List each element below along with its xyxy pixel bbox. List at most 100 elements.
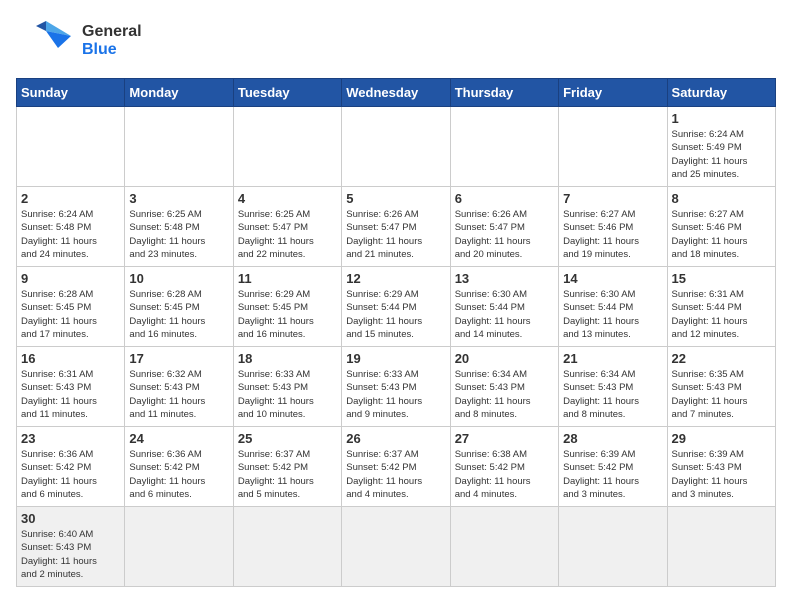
day-number: 7 bbox=[563, 191, 662, 206]
day-number: 21 bbox=[563, 351, 662, 366]
day-number: 29 bbox=[672, 431, 771, 446]
calendar-cell: 19 Sunrise: 6:33 AM Sunset: 5:43 PM Dayli… bbox=[342, 347, 450, 427]
day-info: Sunrise: 6:28 AM Sunset: 5:45 PM Dayligh… bbox=[129, 288, 228, 341]
day-info: Sunrise: 6:36 AM Sunset: 5:42 PM Dayligh… bbox=[129, 448, 228, 501]
day-number: 28 bbox=[563, 431, 662, 446]
calendar-cell: 17 Sunrise: 6:32 AM Sunset: 5:43 PM Dayli… bbox=[125, 347, 233, 427]
day-number: 4 bbox=[238, 191, 337, 206]
day-info: Sunrise: 6:38 AM Sunset: 5:42 PM Dayligh… bbox=[455, 448, 554, 501]
calendar-cell bbox=[450, 107, 558, 187]
day-info: Sunrise: 6:30 AM Sunset: 5:44 PM Dayligh… bbox=[455, 288, 554, 341]
calendar-cell: 3 Sunrise: 6:25 AM Sunset: 5:48 PM Daylig… bbox=[125, 187, 233, 267]
calendar-cell: 26Sunrise: 6:37 AM Sunset: 5:42 PM Dayli… bbox=[342, 427, 450, 507]
calendar-cell: 2 Sunrise: 6:24 AM Sunset: 5:48 PM Daylig… bbox=[17, 187, 125, 267]
day-info: Sunrise: 6:39 AM Sunset: 5:42 PM Dayligh… bbox=[563, 448, 662, 501]
day-info: Sunrise: 6:40 AM Sunset: 5:43 PM Dayligh… bbox=[21, 528, 120, 581]
calendar-cell: 11 Sunrise: 6:29 AM Sunset: 5:45 PM Dayli… bbox=[233, 267, 341, 347]
calendar-cell: 12 Sunrise: 6:29 AM Sunset: 5:44 PM Dayli… bbox=[342, 267, 450, 347]
day-number: 14 bbox=[563, 271, 662, 286]
day-info: Sunrise: 6:37 AM Sunset: 5:42 PM Dayligh… bbox=[238, 448, 337, 501]
day-number: 27 bbox=[455, 431, 554, 446]
header-row: SundayMondayTuesdayWednesdayThursdayFrid… bbox=[17, 79, 776, 107]
week-row-2: 2 Sunrise: 6:24 AM Sunset: 5:48 PM Daylig… bbox=[17, 187, 776, 267]
day-number: 15 bbox=[672, 271, 771, 286]
day-number: 13 bbox=[455, 271, 554, 286]
day-number: 24 bbox=[129, 431, 228, 446]
calendar-cell: 28 Sunrise: 6:39 AM Sunset: 5:42 PM Dayli… bbox=[559, 427, 667, 507]
day-info: Sunrise: 6:34 AM Sunset: 5:43 PM Dayligh… bbox=[563, 368, 662, 421]
calendar-cell: 10 Sunrise: 6:28 AM Sunset: 5:45 PM Dayli… bbox=[125, 267, 233, 347]
day-number: 30 bbox=[21, 511, 120, 526]
day-info: Sunrise: 6:34 AM Sunset: 5:43 PM Dayligh… bbox=[455, 368, 554, 421]
calendar-cell: 20 Sunrise: 6:34 AM Sunset: 5:43 PM Dayli… bbox=[450, 347, 558, 427]
calendar-cell: 18 Sunrise: 6:33 AM Sunset: 5:43 PM Dayli… bbox=[233, 347, 341, 427]
calendar-cell: 1Sunrise: 6:24 AM Sunset: 5:49 PM Daylig… bbox=[667, 107, 775, 187]
calendar-cell: 29 Sunrise: 6:39 AM Sunset: 5:43 PM Dayli… bbox=[667, 427, 775, 507]
calendar-table: SundayMondayTuesdayWednesdayThursdayFrid… bbox=[16, 78, 776, 587]
day-number: 22 bbox=[672, 351, 771, 366]
day-number: 8 bbox=[672, 191, 771, 206]
day-number: 23 bbox=[21, 431, 120, 446]
day-info: Sunrise: 6:33 AM Sunset: 5:43 PM Dayligh… bbox=[238, 368, 337, 421]
calendar-cell: 21 Sunrise: 6:34 AM Sunset: 5:43 PM Dayli… bbox=[559, 347, 667, 427]
day-number: 18 bbox=[238, 351, 337, 366]
calendar-cell bbox=[559, 107, 667, 187]
day-info: Sunrise: 6:25 AM Sunset: 5:47 PM Dayligh… bbox=[238, 208, 337, 261]
day-info: Sunrise: 6:29 AM Sunset: 5:45 PM Dayligh… bbox=[238, 288, 337, 341]
day-number: 11 bbox=[238, 271, 337, 286]
header-day-wednesday: Wednesday bbox=[342, 79, 450, 107]
calendar-cell bbox=[17, 107, 125, 187]
logo-blue: Blue bbox=[82, 41, 142, 59]
day-info: Sunrise: 6:24 AM Sunset: 5:48 PM Dayligh… bbox=[21, 208, 120, 261]
calendar-cell: 6Sunrise: 6:26 AM Sunset: 5:47 PM Daylig… bbox=[450, 187, 558, 267]
day-info: Sunrise: 6:27 AM Sunset: 5:46 PM Dayligh… bbox=[563, 208, 662, 261]
calendar-cell bbox=[667, 507, 775, 587]
calendar-cell bbox=[233, 507, 341, 587]
day-info: Sunrise: 6:32 AM Sunset: 5:43 PM Dayligh… bbox=[129, 368, 228, 421]
day-info: Sunrise: 6:31 AM Sunset: 5:43 PM Dayligh… bbox=[21, 368, 120, 421]
calendar-cell bbox=[559, 507, 667, 587]
day-info: Sunrise: 6:27 AM Sunset: 5:46 PM Dayligh… bbox=[672, 208, 771, 261]
calendar-cell: 16 Sunrise: 6:31 AM Sunset: 5:43 PM Dayli… bbox=[17, 347, 125, 427]
calendar-cell bbox=[233, 107, 341, 187]
calendar-cell: 9Sunrise: 6:28 AM Sunset: 5:45 PM Daylig… bbox=[17, 267, 125, 347]
day-number: 3 bbox=[129, 191, 228, 206]
day-number: 16 bbox=[21, 351, 120, 366]
calendar-cell bbox=[125, 507, 233, 587]
calendar-cell: 30 Sunrise: 6:40 AM Sunset: 5:43 PM Dayli… bbox=[17, 507, 125, 587]
header-day-friday: Friday bbox=[559, 79, 667, 107]
calendar-cell: 13 Sunrise: 6:30 AM Sunset: 5:44 PM Dayli… bbox=[450, 267, 558, 347]
calendar-cell: 8 Sunrise: 6:27 AM Sunset: 5:46 PM Daylig… bbox=[667, 187, 775, 267]
week-row-4: 16 Sunrise: 6:31 AM Sunset: 5:43 PM Dayli… bbox=[17, 347, 776, 427]
day-number: 1 bbox=[672, 111, 771, 126]
day-number: 10 bbox=[129, 271, 228, 286]
calendar-cell bbox=[450, 507, 558, 587]
day-info: Sunrise: 6:33 AM Sunset: 5:43 PM Dayligh… bbox=[346, 368, 445, 421]
calendar-cell: 5Sunrise: 6:26 AM Sunset: 5:47 PM Daylig… bbox=[342, 187, 450, 267]
header-day-saturday: Saturday bbox=[667, 79, 775, 107]
calendar-cell: 25 Sunrise: 6:37 AM Sunset: 5:42 PM Dayli… bbox=[233, 427, 341, 507]
day-info: Sunrise: 6:29 AM Sunset: 5:44 PM Dayligh… bbox=[346, 288, 445, 341]
week-row-1: 1Sunrise: 6:24 AM Sunset: 5:49 PM Daylig… bbox=[17, 107, 776, 187]
logo: GeneralBlue bbox=[16, 16, 142, 66]
day-info: Sunrise: 6:30 AM Sunset: 5:44 PM Dayligh… bbox=[563, 288, 662, 341]
calendar-cell bbox=[125, 107, 233, 187]
week-row-6: 30 Sunrise: 6:40 AM Sunset: 5:43 PM Dayli… bbox=[17, 507, 776, 587]
day-number: 17 bbox=[129, 351, 228, 366]
header-day-monday: Monday bbox=[125, 79, 233, 107]
day-number: 2 bbox=[21, 191, 120, 206]
calendar-cell: 15 Sunrise: 6:31 AM Sunset: 5:44 PM Dayli… bbox=[667, 267, 775, 347]
day-info: Sunrise: 6:37 AM Sunset: 5:42 PM Dayligh… bbox=[346, 448, 445, 501]
day-number: 25 bbox=[238, 431, 337, 446]
day-info: Sunrise: 6:31 AM Sunset: 5:44 PM Dayligh… bbox=[672, 288, 771, 341]
day-info: Sunrise: 6:26 AM Sunset: 5:47 PM Dayligh… bbox=[346, 208, 445, 261]
day-number: 20 bbox=[455, 351, 554, 366]
day-number: 19 bbox=[346, 351, 445, 366]
day-info: Sunrise: 6:25 AM Sunset: 5:48 PM Dayligh… bbox=[129, 208, 228, 261]
logo-general: General bbox=[82, 23, 142, 41]
day-info: Sunrise: 6:39 AM Sunset: 5:43 PM Dayligh… bbox=[672, 448, 771, 501]
day-info: Sunrise: 6:28 AM Sunset: 5:45 PM Dayligh… bbox=[21, 288, 120, 341]
day-number: 12 bbox=[346, 271, 445, 286]
logo-svg bbox=[16, 16, 76, 66]
header-day-thursday: Thursday bbox=[450, 79, 558, 107]
